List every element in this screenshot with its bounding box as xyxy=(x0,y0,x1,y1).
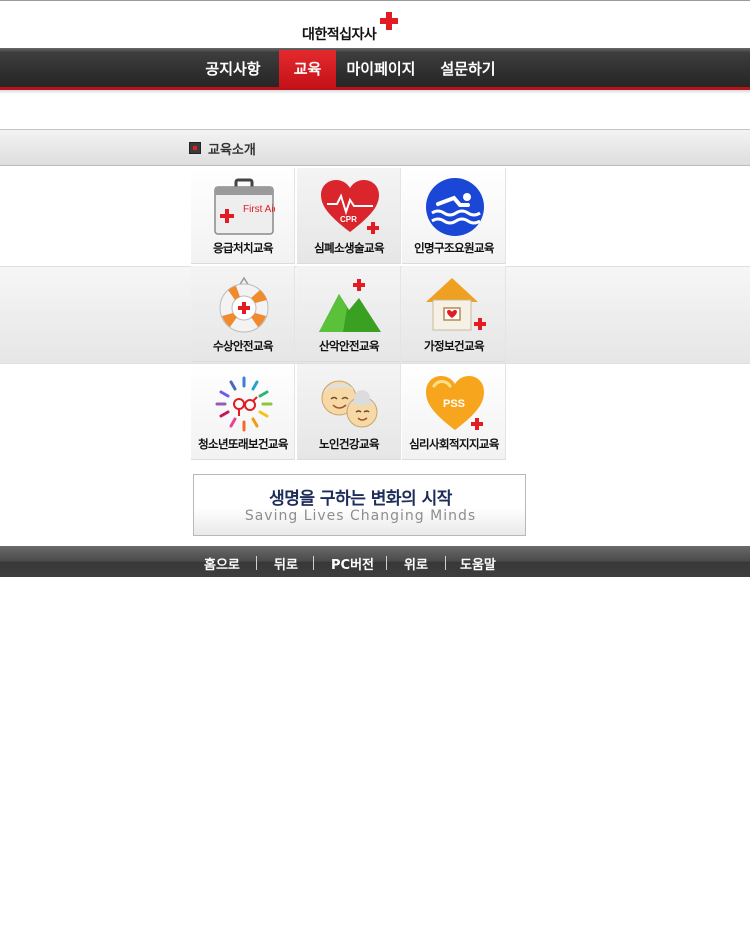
slogan-banner[interactable]: 생명을 구하는 변화의 시작 Saving Lives Changing Min… xyxy=(193,474,526,536)
nav-item-survey[interactable]: 설문하기 xyxy=(430,50,506,88)
banner-sub-text: Saving Lives Changing Minds xyxy=(244,508,477,524)
edu-item-home-health[interactable]: 가정보건교육 xyxy=(402,266,506,362)
edu-item-mountain-safety[interactable]: 산악안전교육 xyxy=(297,266,401,362)
footer-link-top[interactable]: 위로 xyxy=(404,554,428,573)
footer-bar xyxy=(0,546,750,577)
section-bullet-icon xyxy=(189,142,201,154)
house-icon xyxy=(426,278,486,331)
section-title: 교육소개 xyxy=(208,143,256,158)
youth-circle-icon xyxy=(215,376,273,432)
footer-link-back[interactable]: 뒤로 xyxy=(274,554,298,573)
footer-divider xyxy=(386,556,387,570)
first-aid-kit-icon: First Aid xyxy=(214,178,275,235)
edu-item-lifeguard[interactable]: 인명구조요원교육 xyxy=(402,168,506,264)
edu-item-label: 수상안전교육 xyxy=(213,339,273,353)
section-header-bar xyxy=(0,129,750,166)
banner-main-text: 생명을 구하는 변화의 시작 xyxy=(269,489,452,509)
edu-item-first-aid[interactable]: First Aid 응급처치교육 xyxy=(191,168,295,264)
edu-item-label: 심폐소생술교육 xyxy=(314,241,384,255)
edu-item-label: 심리사회적지지교육 xyxy=(409,437,499,451)
edu-item-label: 청소년또래보건교육 xyxy=(198,437,288,451)
mountain-icon xyxy=(319,279,381,332)
edu-item-label: 노인건강교육 xyxy=(319,437,379,451)
edu-item-water-safety[interactable]: 수상안전교육 xyxy=(191,266,295,362)
edu-item-label: 응급처치교육 xyxy=(213,241,273,255)
life-ring-icon xyxy=(219,276,269,333)
nav-shadow xyxy=(0,90,750,94)
logo[interactable]: 대한적십자사 xyxy=(302,12,402,44)
footer-divider xyxy=(313,556,314,570)
cpr-heart-icon: CPR xyxy=(321,180,379,234)
nav-item-education[interactable]: 교육 xyxy=(279,50,336,88)
footer-link-pc-version[interactable]: PC버전 xyxy=(331,554,374,573)
footer-link-home[interactable]: 홈으로 xyxy=(204,554,240,573)
swimmer-icon xyxy=(426,178,484,236)
pss-heart-icon: PSS xyxy=(426,376,484,430)
footer-divider xyxy=(445,556,446,570)
top-border xyxy=(0,0,750,1)
elderly-couple-icon xyxy=(321,380,378,428)
cpr-icon-text: CPR xyxy=(340,215,357,224)
edu-item-psychosocial-support[interactable]: PSS 심리사회적지지교육 xyxy=(402,364,506,460)
edu-item-cpr[interactable]: CPR 심폐소생술교육 xyxy=(297,168,401,264)
edu-item-elderly-health[interactable]: 노인건강교육 xyxy=(297,364,401,460)
edu-item-youth-peer-health[interactable]: 청소년또래보건교육 xyxy=(191,364,295,460)
nav-item-notices[interactable]: 공지사항 xyxy=(196,50,270,88)
first-aid-icon-text: First Aid xyxy=(243,204,275,215)
edu-item-label: 가정보건교육 xyxy=(424,339,484,353)
red-cross-icon xyxy=(380,12,398,30)
footer-divider xyxy=(256,556,257,570)
logo-text: 대한적십자사 xyxy=(302,27,377,43)
edu-item-label: 산악안전교육 xyxy=(319,339,379,353)
edu-item-label: 인명구조요원교육 xyxy=(414,241,494,255)
nav-item-mypage[interactable]: 마이페이지 xyxy=(340,50,422,88)
pss-icon-text: PSS xyxy=(443,398,465,410)
footer-link-help[interactable]: 도움말 xyxy=(460,554,496,573)
